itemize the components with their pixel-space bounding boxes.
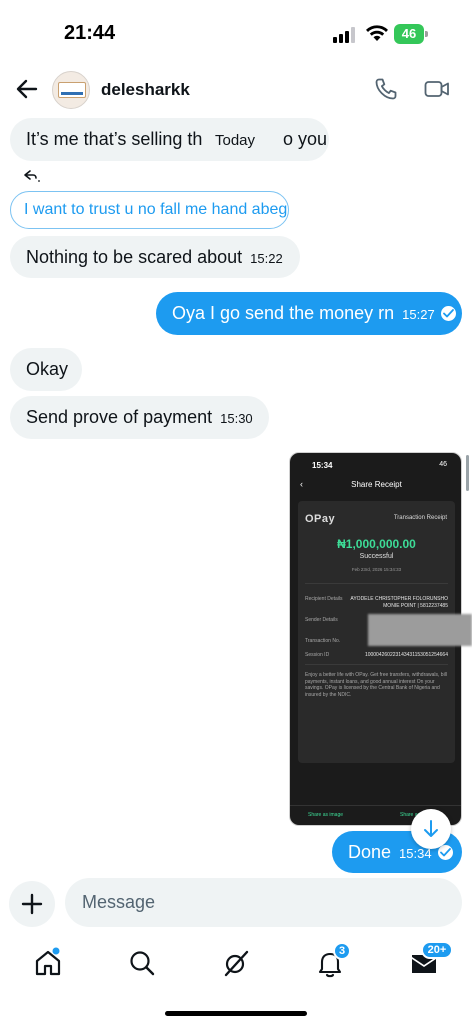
message-timestamp: 15:30 — [220, 411, 253, 426]
signal-icon — [333, 27, 355, 43]
share-image-button: Share as image — [308, 812, 344, 818]
conversation-header: delesharkk — [0, 66, 472, 114]
message-bubble-received[interactable]: Okay — [10, 348, 82, 391]
message-input[interactable] — [65, 878, 462, 927]
redaction-overlay — [368, 614, 472, 646]
scrollbar[interactable] — [466, 455, 469, 491]
txn-label: Transaction No. — [305, 638, 341, 644]
receipt-footer: Enjoy a better life with OPay. Get free … — [305, 672, 447, 698]
nav-messages[interactable]: 20+ — [407, 941, 453, 980]
conversation-username[interactable]: delesharkk — [101, 80, 190, 100]
messages-badge: 20+ — [421, 941, 453, 959]
message-text: Done — [348, 842, 392, 862]
plus-icon — [21, 893, 43, 915]
receipt-status: Successful — [359, 553, 394, 560]
sender-label: Sender Details — [305, 617, 338, 623]
message-text: Okay — [26, 359, 69, 379]
battery-indicator: 46 — [394, 24, 428, 44]
date-separator: Today — [205, 127, 266, 155]
wifi-icon — [366, 25, 388, 41]
message-timestamp: 15:27 — [402, 307, 435, 322]
add-attachment-button[interactable] — [9, 881, 55, 927]
message-timestamp: 15:22 — [250, 251, 283, 266]
session-label: Session ID — [305, 652, 330, 658]
receipt-date: Feb 23rd, 2026 15:34:33 — [351, 567, 402, 572]
receipt-status-time: 15:34 — [312, 461, 333, 470]
phone-icon[interactable] — [374, 77, 398, 101]
message-composer — [0, 878, 472, 928]
message-bubble-received[interactable]: It’s me that’s selling th o you — [10, 118, 329, 161]
recipient-label: Recipient Details — [305, 596, 343, 602]
status-bar: 21:44 46 — [0, 0, 472, 60]
grok-icon — [224, 950, 249, 977]
back-arrow-icon[interactable] — [14, 76, 40, 102]
home-indicator — [165, 1011, 307, 1016]
message-text: Nothing to be scared about — [26, 247, 243, 267]
notifications-badge: 3 — [333, 942, 351, 960]
quoted-reply[interactable]: I want to trust u no fall me hand abeg — [10, 191, 289, 229]
receipt-title: Share Receipt — [351, 480, 402, 489]
message-bubble-sent[interactable]: Oya I go send the money rn 15:27 — [156, 292, 462, 335]
search-icon — [130, 951, 155, 976]
scroll-to-bottom-button[interactable] — [411, 809, 451, 849]
nav-grok[interactable] — [219, 946, 253, 980]
message-text: It’s me that’s selling th — [26, 129, 203, 149]
message-text-end: o you — [283, 129, 328, 149]
battery-level: 46 — [401, 26, 417, 41]
bottom-nav: 3 20+ — [0, 940, 472, 990]
receipt-type: Transaction Receipt — [393, 515, 447, 521]
recipient-name: AYODELE CHRISTOPHER FOLORUNSHO — [350, 596, 448, 602]
status-time: 21:44 — [64, 22, 116, 44]
message-bubble-received[interactable]: Nothing to be scared about 15:22 — [10, 236, 300, 278]
nav-search[interactable] — [125, 946, 159, 980]
receipt-amount: ₦1,000,000.00 — [337, 537, 416, 551]
session-value: 100004260223143431153051254664 — [364, 652, 448, 658]
home-icon — [35, 947, 61, 976]
message-bubble-received[interactable]: Send prove of payment 15:30 — [10, 396, 269, 439]
recipient-bank: MONIE POINT | 5812237485 — [383, 603, 448, 609]
receipt-status-battery: 46 — [439, 461, 447, 468]
avatar[interactable] — [52, 71, 90, 109]
video-icon[interactable] — [424, 77, 450, 101]
reply-icon — [24, 170, 40, 182]
arrow-down-icon — [424, 820, 438, 837]
nav-home[interactable] — [31, 946, 65, 980]
opay-logo: OPay — [305, 513, 336, 525]
message-text: Oya I go send the money rn — [172, 303, 395, 323]
message-text: Send prove of payment — [26, 407, 213, 427]
check-icon — [440, 306, 456, 321]
nav-notifications[interactable]: 3 — [313, 942, 351, 980]
